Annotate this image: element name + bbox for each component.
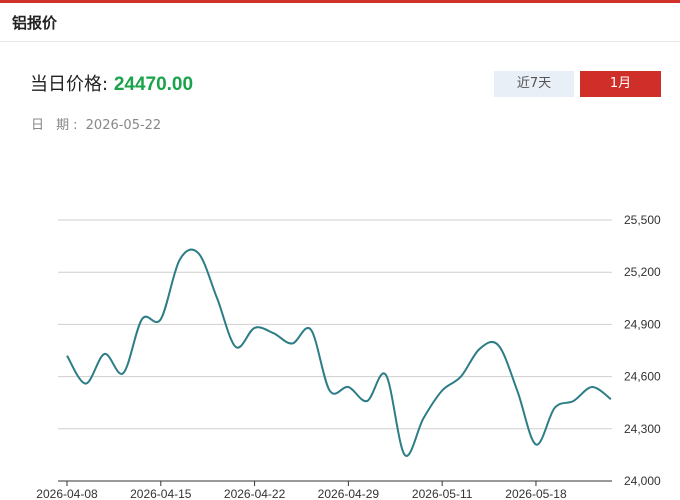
y-tick-label: 24,900	[624, 317, 661, 331]
y-tick-label: 24,000	[624, 474, 661, 488]
x-tick-label: 2026-04-08	[36, 487, 98, 500]
x-tick-label: 2026-04-15	[130, 487, 192, 500]
price-series-line	[66, 248, 612, 457]
price-line-chart: 25,500 25,200 24,900 24,600 24,300 24,000 2026…	[36, 213, 661, 500]
x-tick-label: 2026-04-29	[318, 487, 380, 500]
y-tick-label: 25,200	[624, 265, 661, 279]
x-tick-label: 2026-05-18	[505, 487, 567, 500]
y-tick-label: 24,300	[624, 422, 661, 436]
x-tick-label: 2026-04-22	[224, 487, 286, 500]
y-tick-label: 25,500	[624, 213, 661, 227]
x-tick-label: 2026-05-11	[412, 487, 473, 500]
y-tick-label: 24,600	[624, 370, 661, 384]
